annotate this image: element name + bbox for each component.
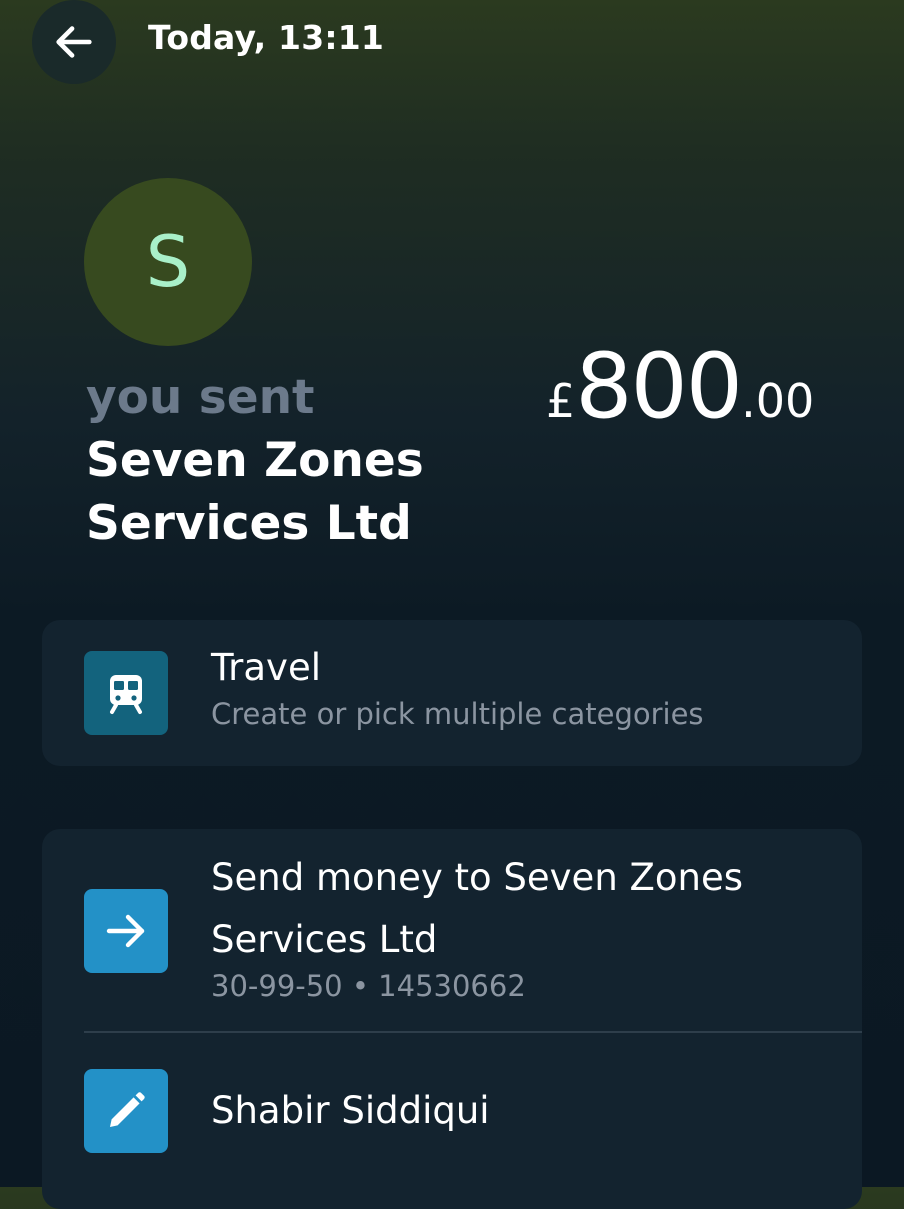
currency-symbol: £ bbox=[546, 374, 576, 428]
transaction-amount: £800.00 bbox=[546, 334, 814, 439]
note-tile bbox=[84, 1069, 168, 1153]
pencil-icon bbox=[110, 1092, 145, 1127]
send-money-row[interactable]: Send money to Seven Zones Services Ltd 3… bbox=[42, 829, 862, 1031]
train-icon bbox=[110, 675, 142, 714]
sent-description: you sent Seven Zones Services Ltd bbox=[86, 366, 486, 555]
category-subtitle: Create or pick multiple categories bbox=[211, 697, 704, 731]
category-tile bbox=[84, 651, 168, 735]
avatar: S bbox=[84, 178, 252, 346]
send-money-title: Send money to Seven Zones Services Ltd bbox=[211, 856, 744, 961]
arrow-right-icon bbox=[106, 914, 145, 948]
account-details: 30-99-50 • 14530662 bbox=[211, 969, 526, 1003]
transaction-time: Today, 13:11 bbox=[148, 18, 385, 57]
amount-decimal: .00 bbox=[741, 374, 815, 428]
back-button[interactable] bbox=[32, 0, 116, 84]
sent-prefix: you sent bbox=[86, 370, 315, 425]
send-tile bbox=[84, 889, 168, 973]
recipient-name: Seven Zones Services Ltd bbox=[86, 433, 424, 551]
note-row[interactable]: Shabir Siddiqui bbox=[42, 1033, 862, 1209]
category-card[interactable]: Travel Create or pick multiple categorie… bbox=[42, 620, 862, 766]
actions-card: Send money to Seven Zones Services Ltd 3… bbox=[42, 829, 862, 1209]
category-title: Travel bbox=[211, 646, 321, 689]
arrow-left-icon bbox=[56, 26, 92, 58]
amount-whole: 800 bbox=[575, 334, 743, 439]
note-text: Shabir Siddiqui bbox=[211, 1089, 490, 1132]
